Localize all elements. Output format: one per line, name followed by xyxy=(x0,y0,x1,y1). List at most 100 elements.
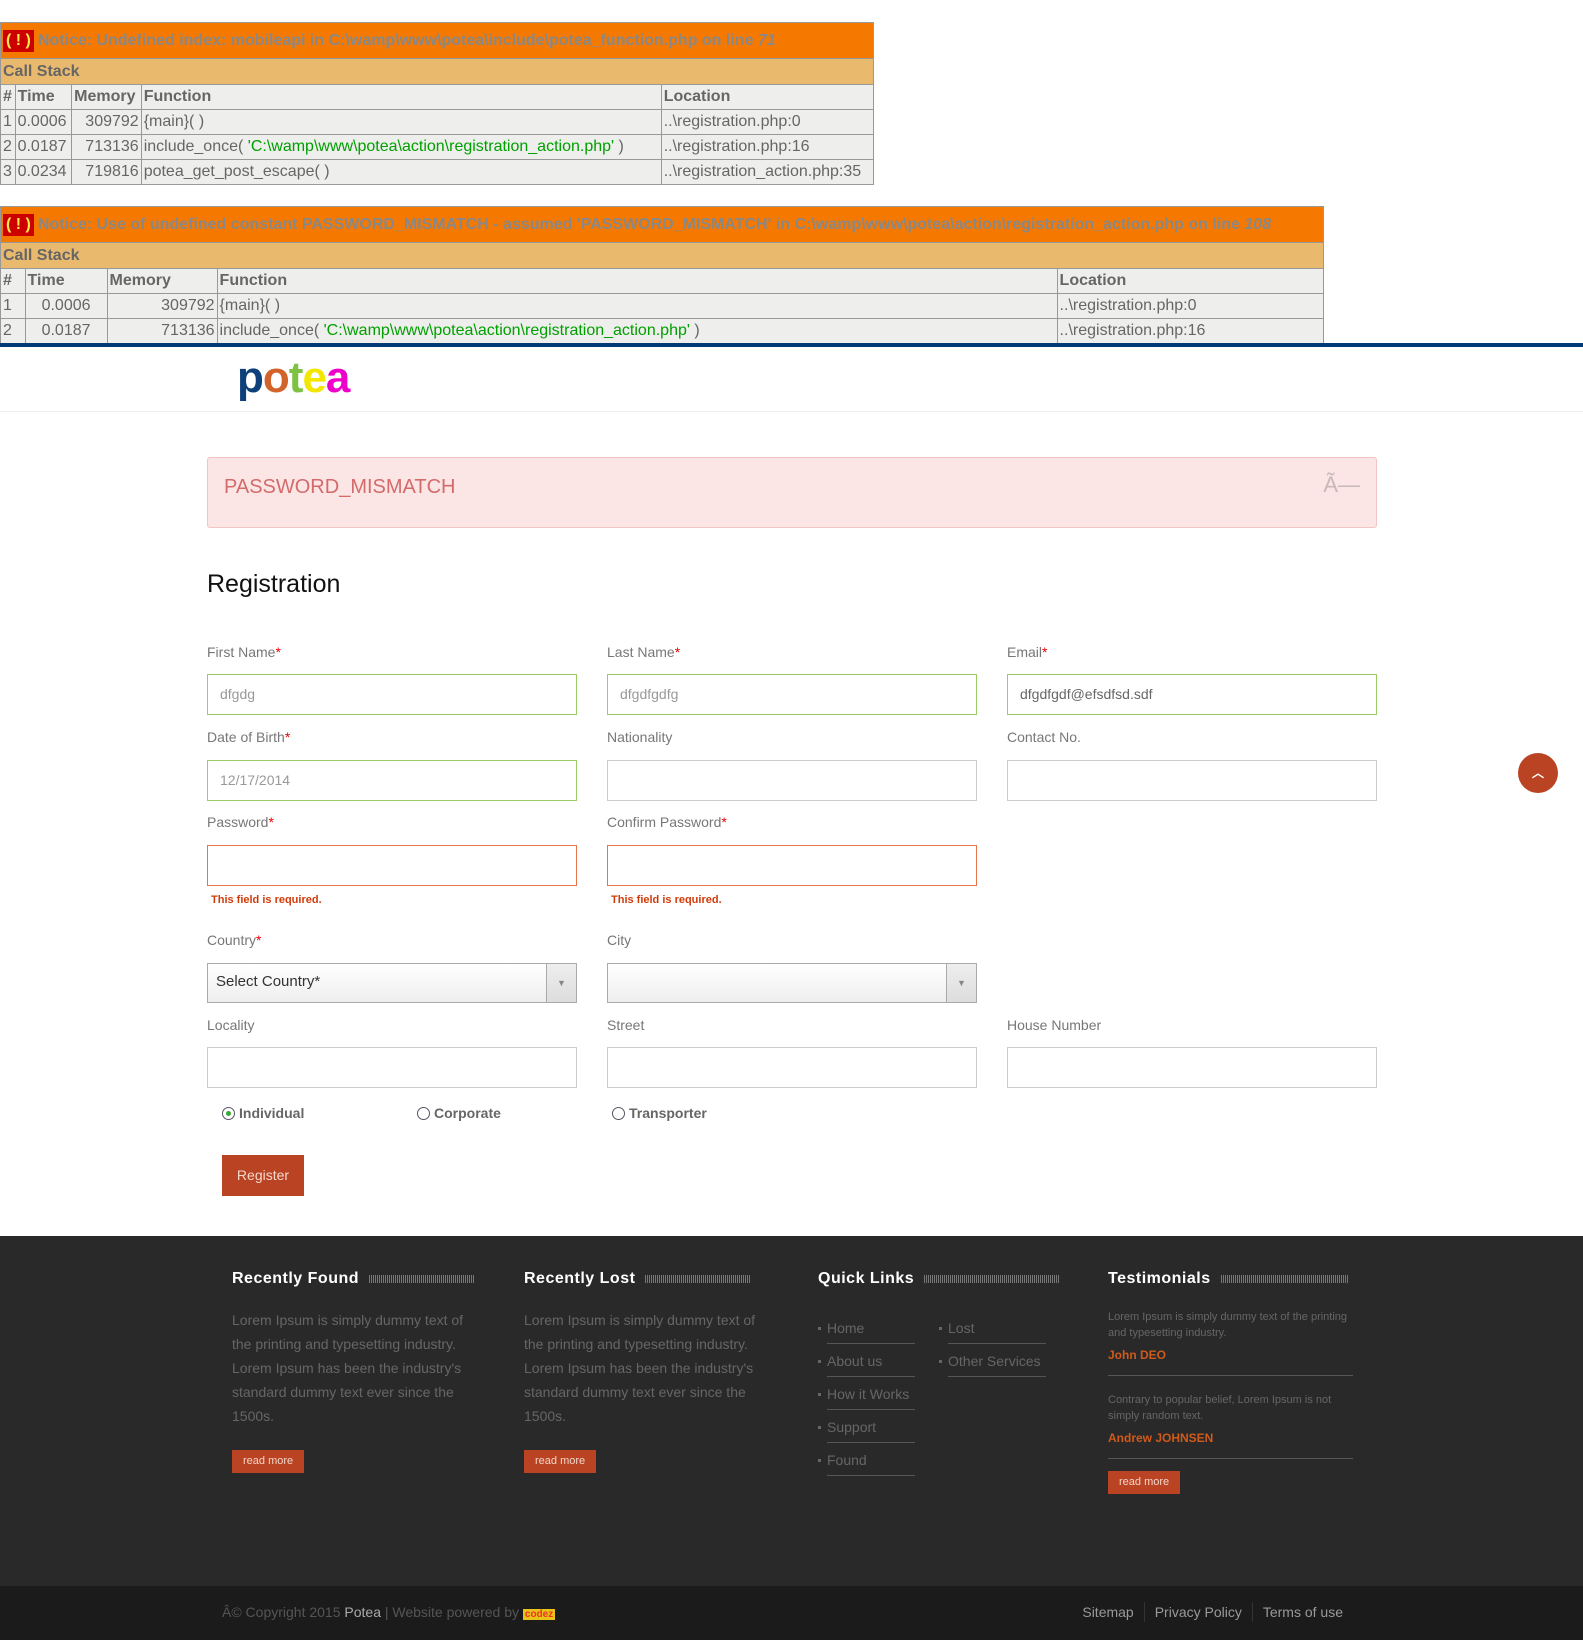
recently-lost-read-more[interactable]: read more xyxy=(524,1450,597,1473)
nationality-label: Nationality xyxy=(607,729,673,745)
call-stack-label: Call Stack xyxy=(0,242,1324,269)
dob-label: Date of Birth* xyxy=(207,729,291,745)
error-alert: PASSWORD_MISMATCH Ã— xyxy=(207,457,1377,528)
locality-input[interactable] xyxy=(207,1047,577,1088)
scroll-to-top-button[interactable]: ︿ xyxy=(1518,753,1558,793)
locality-label: Locality xyxy=(207,1017,255,1033)
last-name-label: Last Name* xyxy=(607,644,681,660)
footer: Recently Found Lorem Ipsum is simply dum… xyxy=(0,1236,1583,1586)
terms-link[interactable]: Terms of use xyxy=(1251,1602,1353,1622)
codez-logo[interactable]: codez xyxy=(522,1609,556,1620)
country-label: Country* xyxy=(207,932,262,948)
street-label: Street xyxy=(607,1017,645,1033)
city-select[interactable]: ▼ xyxy=(607,963,977,1003)
house-number-label: House Number xyxy=(1007,1017,1102,1033)
table-row: 2 0.0187 713136 include_once( 'C:\wamp\www\… xyxy=(0,318,1325,344)
col-header: Function xyxy=(216,268,1058,294)
col-header: Memory xyxy=(106,268,218,294)
sitemap-link[interactable]: Sitemap xyxy=(1072,1602,1143,1622)
footer-link-how-it-works[interactable]: How it Works xyxy=(818,1378,915,1411)
copyright-bar: Â© Copyright 2015 Potea | Website powere… xyxy=(0,1586,1583,1640)
quick-links-col2: Lost Other Services xyxy=(939,1312,1046,1378)
warning-icon: ( ! ) xyxy=(3,213,34,236)
footer-link-other-services[interactable]: Other Services xyxy=(939,1345,1046,1378)
brand-link[interactable]: Potea xyxy=(344,1604,381,1620)
col-header: Function xyxy=(140,84,662,110)
table-row: 2 0.0187 713136 include_once( 'C:\wamp\www\… xyxy=(0,134,875,160)
register-button[interactable]: Register xyxy=(222,1155,304,1196)
page-title: Registration xyxy=(207,570,341,598)
radio-individual[interactable]: Individual xyxy=(222,1105,304,1121)
email-label: Email* xyxy=(1007,644,1048,660)
dob-input[interactable]: 12/17/2014 xyxy=(207,760,577,801)
testimonials-read-more[interactable]: read more xyxy=(1108,1471,1181,1494)
country-select[interactable]: Select Country* ▼ xyxy=(207,963,577,1003)
testimonial: Contrary to popular belief, Lorem Ipsum … xyxy=(1108,1394,1332,1445)
col-header: Location xyxy=(1056,268,1325,294)
password-label: Password* xyxy=(207,814,274,830)
confirm-password-input[interactable] xyxy=(607,845,977,886)
testimonials-heading: Testimonials xyxy=(1108,1270,1349,1288)
chevron-down-icon: ▼ xyxy=(946,964,976,1002)
recently-found-heading: Recently Found xyxy=(232,1270,475,1288)
table-row: 3 0.0234 719816 potea_get_post_escape( ) ..\… xyxy=(0,159,875,185)
recently-lost-heading: Recently Lost xyxy=(524,1270,751,1288)
logo-letter: e xyxy=(302,353,327,402)
quick-links-col1: Home About us How it Works Support Found xyxy=(818,1312,915,1477)
warning-icon: ( ! ) xyxy=(3,29,34,52)
radio-transporter[interactable]: Transporter xyxy=(612,1105,707,1121)
last-name-input[interactable]: dfgdfgdfg xyxy=(607,674,977,715)
confirm-password-label: Confirm Password* xyxy=(607,814,727,830)
logo-letter: p xyxy=(237,353,264,402)
chevron-up-icon: ︿ xyxy=(1531,766,1544,780)
notice-line: 71 xyxy=(757,31,776,49)
privacy-policy-link[interactable]: Privacy Policy xyxy=(1143,1602,1252,1622)
notice-message: Notice: Use of undefined constant PASSWO… xyxy=(37,215,1245,233)
first-name-label: First Name* xyxy=(207,644,281,660)
close-icon[interactable]: Ã— xyxy=(1323,472,1360,498)
php-notice-2: ( ! ) Notice: Use of undefined constant P… xyxy=(0,206,1325,344)
alert-message: PASSWORD_MISMATCH xyxy=(224,476,456,498)
footer-link-found[interactable]: Found xyxy=(818,1444,915,1477)
recently-lost-text: Lorem Ipsum is simply dummy text of the … xyxy=(524,1312,756,1424)
copyright-text: Â© Copyright 2015 Potea | Website powere… xyxy=(222,1604,556,1620)
contact-label: Contact No. xyxy=(1007,729,1081,745)
col-header: # xyxy=(0,268,26,294)
recently-found-text: Lorem Ipsum is simply dummy text of the … xyxy=(232,1312,464,1424)
php-notice-1: ( ! ) Notice: Undefined index: mobileapi … xyxy=(0,22,875,185)
footer-link-home[interactable]: Home xyxy=(818,1312,915,1345)
logo-letter: a xyxy=(325,353,351,402)
col-header: Memory xyxy=(71,84,142,110)
password-error: This field is required. xyxy=(211,894,322,906)
col-header: Location xyxy=(660,84,875,110)
footer-link-support[interactable]: Support xyxy=(818,1411,915,1444)
house-number-input[interactable] xyxy=(1007,1047,1377,1088)
street-input[interactable] xyxy=(607,1047,977,1088)
nationality-input[interactable] xyxy=(607,760,977,801)
contact-input[interactable] xyxy=(1007,760,1377,801)
logo-letter: o xyxy=(262,353,290,402)
table-row: 1 0.0006 309792 {main}( ) ..\registration.ph… xyxy=(0,293,1325,319)
potea-logo[interactable]: potea xyxy=(237,353,351,403)
radio-corporate[interactable]: Corporate xyxy=(417,1105,501,1121)
footer-link-about[interactable]: About us xyxy=(818,1345,915,1378)
chevron-down-icon: ▼ xyxy=(546,964,576,1002)
col-header: Time xyxy=(24,268,108,294)
footer-link-lost[interactable]: Lost xyxy=(939,1312,1046,1345)
country-selected: Select Country* xyxy=(216,973,321,990)
col-header: Time xyxy=(14,84,73,110)
call-stack-label: Call Stack xyxy=(0,58,874,85)
col-header: # xyxy=(0,84,16,110)
email-input[interactable]: dfgdfgdf@efsdfsd.sdf xyxy=(1007,674,1377,715)
logo-letter: t xyxy=(288,353,304,402)
testimonials-list: Lorem Ipsum is simply dummy text of the … xyxy=(1108,1309,1353,1494)
notice-message: Notice: Undefined index: mobileapi in C:… xyxy=(37,31,758,49)
quick-links-heading: Quick Links xyxy=(818,1270,1060,1288)
notice-line: 108 xyxy=(1244,215,1272,233)
recently-found-read-more[interactable]: read more xyxy=(232,1450,305,1473)
header-divider xyxy=(0,411,1583,412)
first-name-input[interactable]: dfgdg xyxy=(207,674,577,715)
confirm-password-error: This field is required. xyxy=(611,894,722,906)
password-input[interactable] xyxy=(207,845,577,886)
header-top-border xyxy=(0,343,1583,347)
